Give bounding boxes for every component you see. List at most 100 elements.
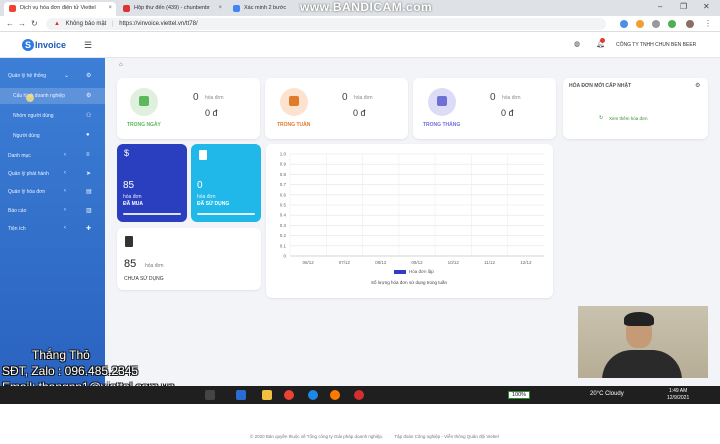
browser-tab-invoice[interactable]: Dịch vụ hóa đơn điện tử Viettel ×	[4, 2, 116, 16]
y-tick-label: 0.6	[280, 192, 287, 197]
close-tab-icon[interactable]: ×	[108, 5, 112, 11]
chevron-left-icon: ‹	[64, 170, 66, 176]
extension-icon[interactable]	[636, 20, 644, 28]
unused-unit: hóa đơn	[145, 263, 164, 269]
reload-icon[interactable]: ↻	[31, 19, 38, 28]
settings-icon[interactable]: ⚙	[695, 82, 700, 89]
unused-card[interactable]: 85 hóa đơn CHƯA SỬ DỤNG	[117, 228, 261, 290]
taskbar-app-icon[interactable]	[205, 390, 215, 400]
view-more-link[interactable]: Xem thêm hóa đơn	[609, 116, 647, 121]
sidebar-item-invoices[interactable]: Quản lý hóa đơn ‹ ▤	[0, 184, 105, 200]
purchased-card[interactable]: $ 85 hóa đơn ĐÃ MUA	[117, 144, 187, 222]
sidebar-item-label: Tiện ích	[8, 226, 26, 232]
mouse-cursor-highlight	[26, 94, 34, 102]
outlook-icon[interactable]	[236, 390, 246, 400]
url-input[interactable]: ▲ Không bảo mật | https://vinvoice.viett…	[46, 18, 606, 30]
tools-icon: ✚	[86, 226, 92, 232]
x-tick-label: 11/12	[484, 260, 495, 265]
system-clock[interactable]: 1:49 AM 12/9/2021	[667, 388, 689, 402]
refresh-icon[interactable]: ↻	[599, 115, 603, 121]
windows-taskbar: 100% 20°C Cloudy 1:49 AM 12/9/2021	[0, 386, 720, 404]
browser-tab-2fa[interactable]: Xác minh 2 bước	[228, 2, 308, 16]
document-icon	[125, 236, 133, 247]
stat-money: 0 đ	[353, 108, 366, 118]
maximize-icon[interactable]: ❐	[680, 2, 687, 11]
sidebar-item-user-groups[interactable]: Nhóm người dùng ⚇	[0, 108, 105, 124]
x-tick-label: 10/12	[448, 260, 460, 265]
sidebar-item-system[interactable]: Quản lý hệ thống ⌄ ⚙	[0, 68, 105, 84]
globe-icon[interactable]: ◍	[574, 40, 580, 48]
minimize-icon[interactable]: –	[658, 2, 662, 11]
stat-label: TRONG THÁNG	[423, 122, 461, 128]
menu-kebab-icon[interactable]: ⋮	[704, 19, 712, 28]
sidebar-item-label: Người dùng	[13, 133, 40, 139]
stat-unit: hóa đơn	[205, 95, 224, 101]
logo[interactable]: S Invoice	[22, 39, 66, 51]
presenter-name: Thắng Thỏ	[32, 348, 90, 362]
sidebar-item-users[interactable]: Người dùng ●	[0, 128, 105, 144]
y-tick-label: 0.2	[280, 233, 287, 238]
extension-icon[interactable]	[620, 20, 628, 28]
calendar-week-icon	[280, 88, 308, 116]
sidebar-item-label: Danh mục	[8, 153, 31, 159]
recorder-watermark: www.BANDICAM.com	[300, 0, 433, 14]
purchased-progress-bar	[123, 213, 181, 215]
legend-swatch	[394, 270, 406, 274]
extension-icon[interactable]	[652, 20, 660, 28]
file-explorer-icon[interactable]	[262, 390, 272, 400]
used-card[interactable]: 0 hóa đơn ĐÃ SỬ DỤNG	[191, 144, 261, 222]
firefox-icon[interactable]	[330, 390, 340, 400]
y-tick-label: 0.1	[280, 243, 287, 248]
y-tick-label: 1.0	[280, 152, 287, 157]
chart-title: Số lượng hóa đơn sử dụng trong tuần	[371, 280, 447, 285]
chevron-left-icon: ‹	[64, 188, 66, 194]
sidebar-item-issuance[interactable]: Quản lý phát hành ‹ ➤	[0, 166, 105, 182]
browser-tab-gmail[interactable]: Hộp thư đến (439) - chunbenbr ×	[118, 2, 226, 16]
used-unit: hóa đơn	[197, 194, 216, 200]
y-tick-label: 0.7	[280, 182, 287, 187]
back-icon[interactable]: ←	[6, 19, 14, 28]
sidebar-item-catalog[interactable]: Danh mục ‹ ≡	[0, 148, 105, 164]
sidebar-item-reports[interactable]: Báo cáo ‹ ▥	[0, 203, 105, 219]
calendar-month-icon	[428, 88, 456, 116]
app-header: S Invoice ☰ ◍ 🔔︎ CÔNG TY TNHH CHUN BEN BE…	[0, 32, 720, 58]
user-icon: ●	[86, 132, 90, 138]
company-name[interactable]: CÔNG TY TNHH CHUN BEN BEER	[616, 42, 696, 48]
browser-tab-bar: Dịch vụ hóa đơn điện tử Viettel × Hộp th…	[0, 0, 720, 16]
sidebar-item-label: Quản lý phát hành	[8, 171, 49, 177]
document-icon: ▤	[86, 189, 92, 195]
weather-widget[interactable]: 20°C Cloudy	[590, 391, 624, 397]
url-text: https://vinvoice.viettel.vn/tt78/	[119, 21, 198, 27]
sidebar-item-label: Nhóm người dùng	[13, 113, 54, 119]
chrome-icon[interactable]	[284, 390, 294, 400]
send-icon: ➤	[86, 171, 92, 177]
y-tick-label: 0.4	[280, 213, 287, 218]
hamburger-menu-icon[interactable]: ☰	[84, 40, 92, 51]
bandicam-icon[interactable]	[354, 390, 364, 400]
logo-mark-icon: S	[22, 39, 34, 51]
insecure-warning-icon: ▲	[54, 21, 60, 27]
profile-avatar-icon[interactable]	[686, 20, 694, 28]
list-icon: ≡	[86, 152, 90, 158]
battery-indicator[interactable]: 100%	[508, 391, 530, 399]
sidebar-item-utilities[interactable]: Tiện ích ‹ ✚	[0, 221, 105, 237]
used-count: 0	[197, 180, 203, 191]
document-icon	[199, 150, 207, 160]
purchased-unit: hóa đơn	[123, 194, 142, 200]
stat-label: TRONG TUẦN	[277, 122, 311, 128]
stat-count: 0	[342, 92, 348, 103]
clock-time: 1:49 AM	[668, 388, 688, 394]
y-tick-label: 0.9	[280, 162, 287, 167]
sidebar-item-company-config[interactable]: Cấu hình doanh nghiệp ⚙	[0, 88, 105, 104]
extension-icon[interactable]	[668, 20, 676, 28]
skype-icon[interactable]	[308, 390, 318, 400]
close-tab-icon[interactable]: ×	[218, 5, 222, 11]
tab-title: Hộp thư đến (439) - chunbenbr	[134, 5, 210, 11]
forward-icon[interactable]: →	[18, 19, 26, 28]
x-tick-label: 08/12	[375, 260, 387, 265]
close-window-icon[interactable]: ✕	[703, 2, 710, 11]
tab-title: Xác minh 2 bước	[244, 5, 287, 11]
home-icon[interactable]: ⌂	[119, 62, 123, 68]
clock-date: 12/9/2021	[667, 395, 690, 401]
chevron-left-icon: ‹	[64, 152, 66, 158]
